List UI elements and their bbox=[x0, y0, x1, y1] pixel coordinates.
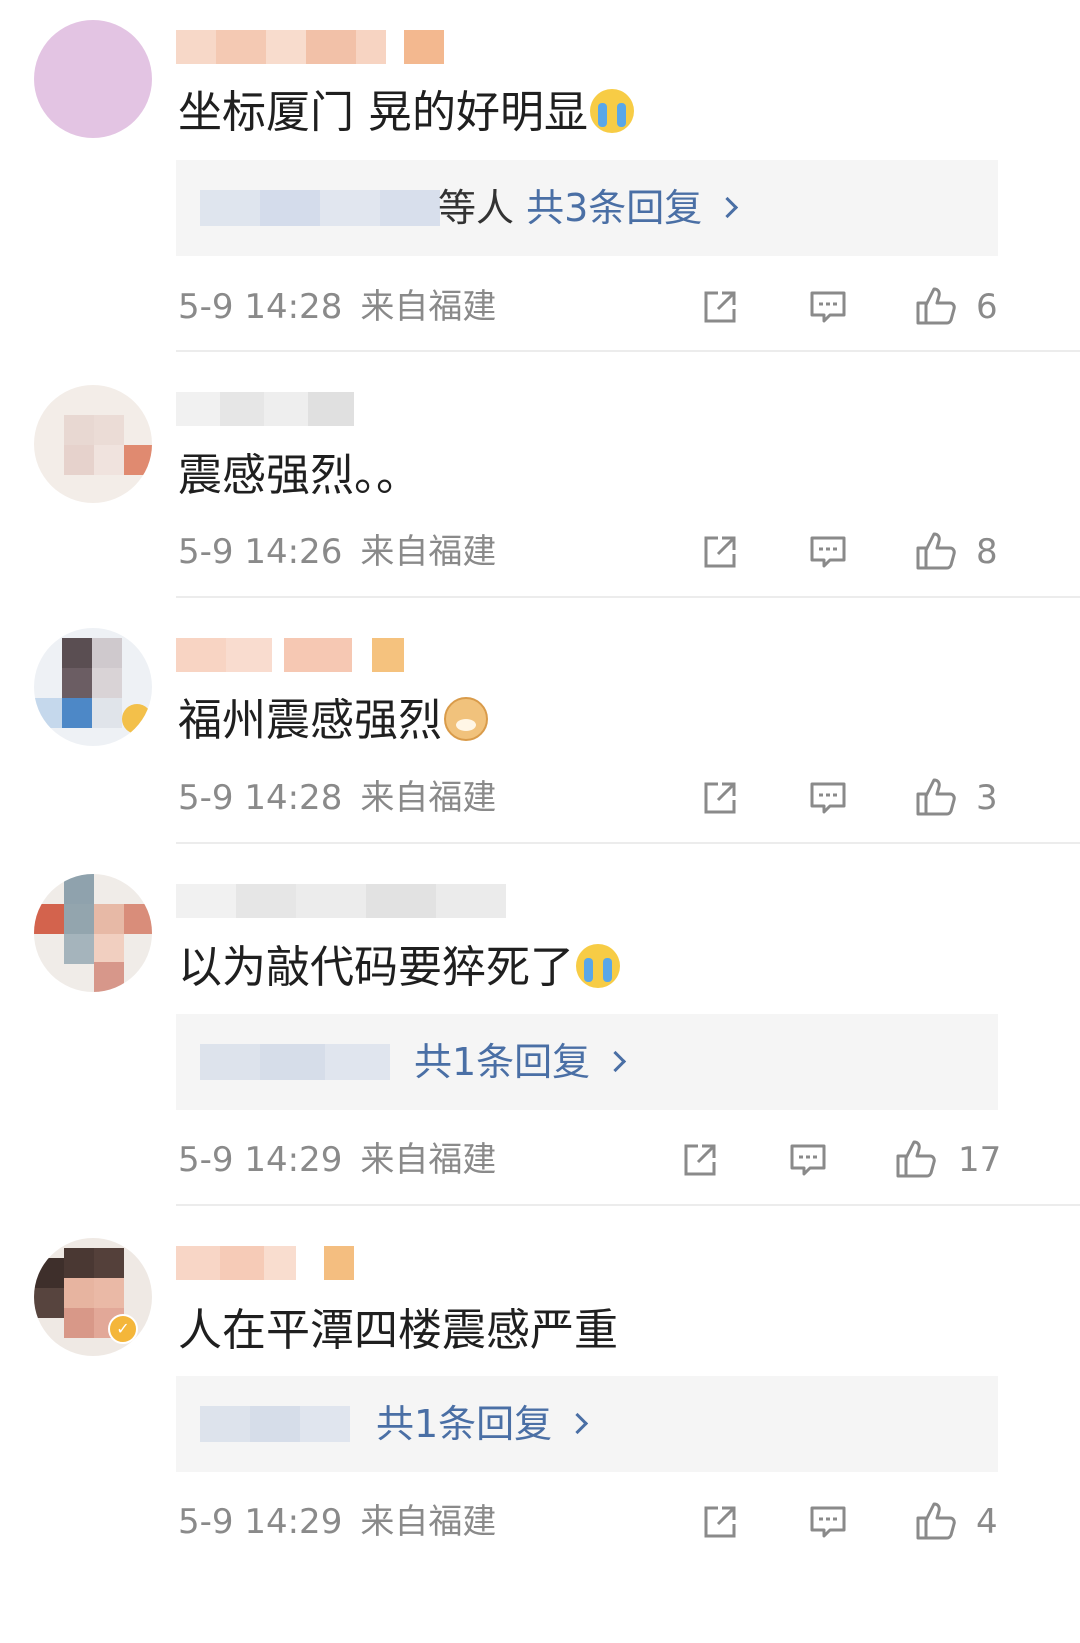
reply-count-link[interactable]: 共1条回复 bbox=[376, 1402, 552, 1446]
username-blurred[interactable] bbox=[176, 30, 446, 64]
crying-face-icon bbox=[576, 944, 620, 988]
reply-preview[interactable]: 共1条回复 bbox=[176, 1014, 998, 1110]
username-blurred[interactable] bbox=[176, 884, 506, 918]
thumbs-up-icon[interactable] bbox=[894, 1136, 938, 1180]
comment-time: 5-9 14:29 bbox=[178, 1140, 343, 1180]
crying-face-icon bbox=[590, 89, 634, 133]
thumbs-up-icon[interactable] bbox=[914, 1498, 958, 1542]
like-count: 8 bbox=[976, 532, 998, 572]
chevron-right-icon bbox=[605, 1050, 627, 1073]
comment-meta: 5-9 14:28 来自福建 bbox=[178, 285, 496, 329]
comment-location: 来自福建 bbox=[360, 287, 497, 327]
like-count: 6 bbox=[976, 287, 998, 327]
comment-icon[interactable] bbox=[806, 1500, 850, 1544]
divider bbox=[176, 842, 1080, 844]
reply-summary[interactable]: 共1条回复 bbox=[376, 1396, 589, 1452]
comment-time: 5-9 14:26 bbox=[178, 532, 343, 572]
share-icon[interactable] bbox=[698, 285, 742, 329]
username-blurred[interactable] bbox=[176, 638, 404, 672]
comment-time: 5-9 14:28 bbox=[178, 778, 343, 818]
comment-icon[interactable] bbox=[786, 1138, 830, 1182]
reply-preview[interactable]: 等人 共3条回复 bbox=[176, 160, 998, 256]
comment-location: 来自福建 bbox=[360, 778, 497, 818]
comment-text: 以为敲代码要猝死了 bbox=[178, 940, 620, 996]
comment-text: 坐标厦门 晃的好明显 bbox=[178, 85, 634, 141]
comment-meta: 5-9 14:28 来自福建 bbox=[178, 776, 496, 820]
thumbs-up-icon[interactable] bbox=[914, 528, 958, 572]
comment-location: 来自福建 bbox=[360, 532, 497, 572]
comment-time: 5-9 14:28 bbox=[178, 287, 343, 327]
divider bbox=[176, 1204, 1080, 1206]
reply-preview[interactable]: 共1条回复 bbox=[176, 1376, 998, 1472]
reply-authors-blurred bbox=[200, 190, 440, 226]
comment-location: 来自福建 bbox=[360, 1502, 497, 1542]
avatar[interactable] bbox=[34, 20, 152, 138]
username-blurred[interactable] bbox=[176, 1246, 354, 1280]
like-count: 3 bbox=[976, 778, 998, 818]
share-icon[interactable] bbox=[698, 1500, 742, 1544]
reply-count-link[interactable]: 共3条回复 bbox=[526, 186, 702, 230]
chevron-right-icon bbox=[717, 196, 739, 219]
divider bbox=[176, 596, 1080, 598]
share-icon[interactable] bbox=[698, 530, 742, 574]
avatar[interactable] bbox=[34, 874, 152, 992]
reply-count-link[interactable]: 共1条回复 bbox=[414, 1040, 590, 1084]
comment-text: 福州震感强烈 bbox=[178, 693, 488, 749]
comment-location: 来自福建 bbox=[360, 1140, 497, 1180]
chevron-right-icon bbox=[567, 1412, 589, 1435]
divider bbox=[176, 350, 1080, 352]
share-icon[interactable] bbox=[698, 776, 742, 820]
comment-text: 震感强烈。。 bbox=[178, 450, 420, 501]
reply-summary[interactable]: 共1条回复 bbox=[414, 1034, 627, 1090]
comment-text: 人在平潭四楼震感严重 bbox=[178, 1305, 618, 1356]
comment-meta: 5-9 14:29 来自福建 bbox=[178, 1138, 496, 1182]
avatar[interactable] bbox=[34, 385, 152, 503]
reply-summary[interactable]: 等人 共3条回复 bbox=[438, 180, 739, 236]
doge-icon bbox=[444, 697, 488, 741]
comment-icon[interactable] bbox=[806, 285, 850, 329]
comment-time: 5-9 14:29 bbox=[178, 1502, 343, 1542]
verified-badge-icon: ✓ bbox=[108, 1314, 138, 1344]
share-icon[interactable] bbox=[678, 1138, 722, 1182]
comment-meta: 5-9 14:29 来自福建 bbox=[178, 1500, 496, 1544]
avatar[interactable] bbox=[34, 628, 152, 746]
like-count: 17 bbox=[958, 1140, 1002, 1180]
comment-icon[interactable] bbox=[806, 776, 850, 820]
thumbs-up-icon[interactable] bbox=[914, 283, 958, 327]
thumbs-up-icon[interactable] bbox=[914, 774, 958, 818]
like-count: 4 bbox=[976, 1502, 998, 1542]
comment-icon[interactable] bbox=[806, 530, 850, 574]
reply-authors-blurred bbox=[200, 1406, 350, 1442]
username-blurred[interactable] bbox=[176, 392, 354, 426]
comment-meta: 5-9 14:26 来自福建 bbox=[178, 530, 496, 574]
reply-authors-blurred bbox=[200, 1044, 390, 1080]
